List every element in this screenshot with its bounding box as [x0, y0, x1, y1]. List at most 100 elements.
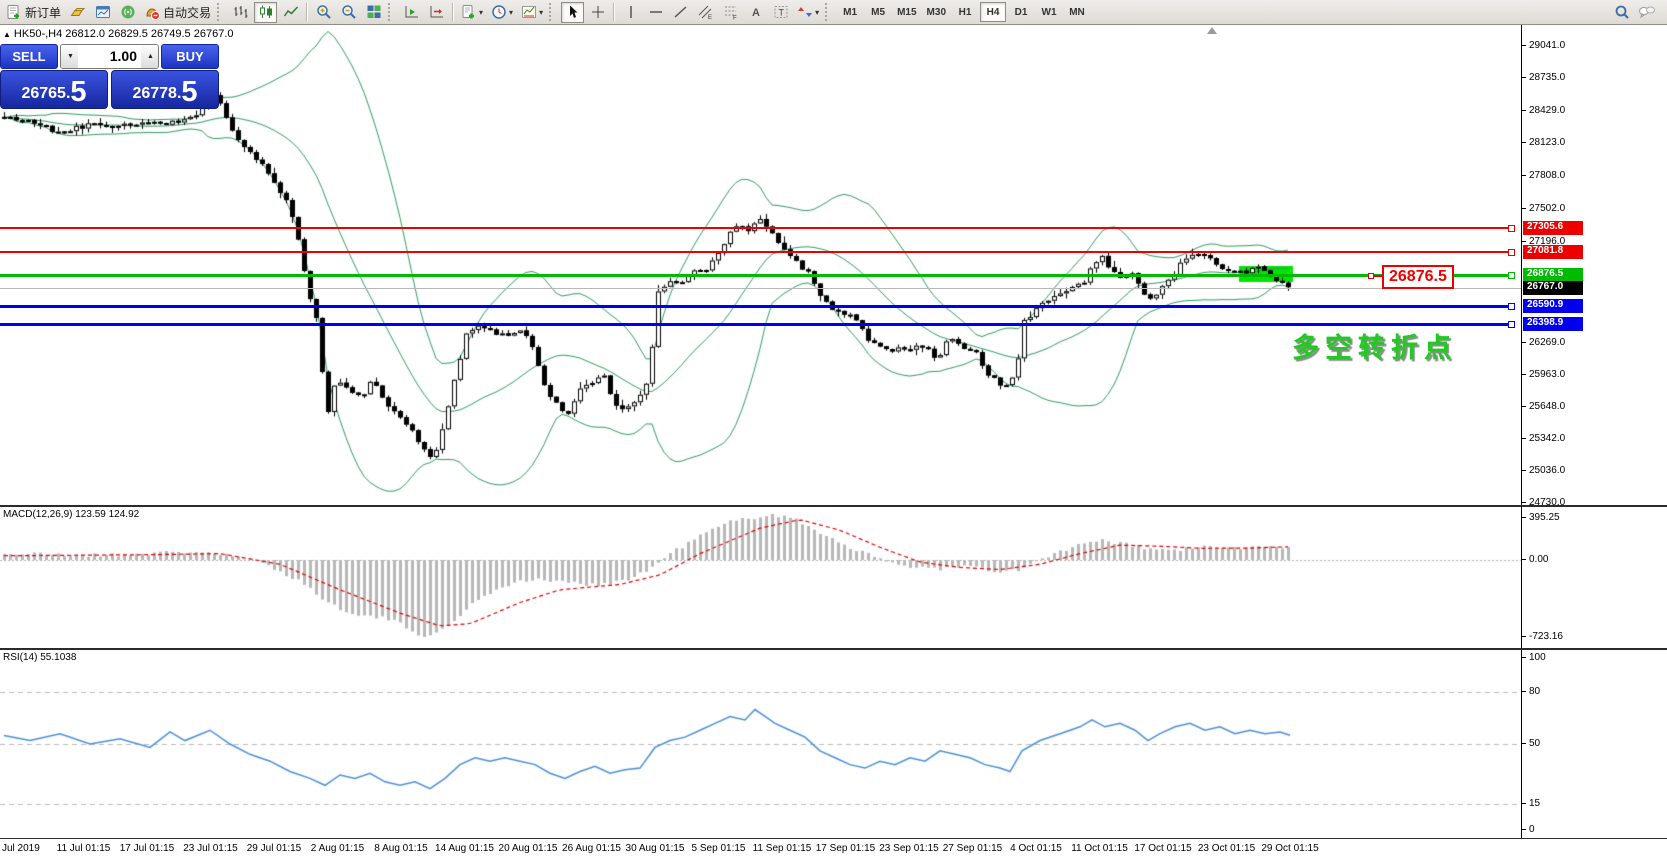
price-tag: 26767.0 — [1523, 281, 1583, 295]
time-label: 29 Oct 01:15 — [1261, 843, 1318, 854]
timeframe-M15[interactable]: M15 — [893, 2, 920, 22]
periods-button[interactable]: ▾ — [488, 2, 516, 23]
tile-windows-button[interactable] — [362, 2, 385, 23]
time-label: 11 Oct 01:15 — [1071, 843, 1128, 854]
sell-price-big: 5 — [70, 78, 86, 107]
bar-chart-button[interactable] — [229, 2, 252, 23]
volume-decrease-button[interactable]: ▼ — [61, 45, 78, 68]
text-label-button[interactable]: T — [769, 2, 792, 23]
price-axis[interactable]: 29041.028735.028429.028123.027808.027502… — [1521, 25, 1667, 505]
buy-price-display[interactable]: 26778.5 — [111, 70, 219, 109]
community-chat-icon[interactable] — [1635, 2, 1659, 23]
macd-canvas[interactable] — [0, 507, 1521, 648]
volume-value[interactable]: 1.00 — [78, 45, 141, 68]
line-chart-button[interactable] — [279, 2, 302, 23]
time-label: 23 Oct 01:15 — [1198, 843, 1255, 854]
chart-shift-button[interactable] — [425, 2, 448, 23]
sell-price-base: 26765 — [21, 81, 66, 107]
horizontal-level-line[interactable] — [0, 251, 1514, 253]
templates-button[interactable]: ▾ — [518, 2, 546, 23]
timeframe-W1[interactable]: W1 — [1036, 2, 1062, 22]
time-label: 17 Oct 01:15 — [1134, 843, 1191, 854]
timeframe-M1[interactable]: M1 — [837, 2, 863, 22]
turning-point-text[interactable]: 多空转折点 — [1292, 326, 1457, 365]
auto-scroll-button[interactable] — [400, 2, 423, 23]
indicators-button[interactable]: ▾ — [458, 2, 486, 23]
new-order-label: 新订单 — [25, 4, 61, 21]
buy-button[interactable]: BUY — [161, 44, 219, 69]
trendline-button[interactable] — [669, 2, 692, 23]
price-chart-canvas[interactable] — [0, 25, 1521, 505]
chart-window-icon[interactable] — [91, 2, 114, 23]
zoom-in-button[interactable] — [312, 2, 335, 23]
svg-text:F: F — [733, 16, 737, 21]
timeframe-MN[interactable]: MN — [1064, 2, 1090, 22]
dropdown-caret-icon: ▾ — [539, 8, 543, 17]
sell-button[interactable]: SELL — [0, 44, 58, 69]
search-icon[interactable] — [1610, 2, 1633, 23]
toolbar-separator — [452, 3, 454, 21]
panel-collapse-icon[interactable]: ▲ — [3, 30, 11, 39]
toolbar: 新订单 自动交易 ▾ ▾ ▾ E F A T ▾ — [0, 0, 1667, 25]
time-label: 23 Sep 01:15 — [879, 843, 939, 854]
rsi-tick-label: 80 — [1529, 686, 1540, 697]
horizontal-level-line[interactable] — [0, 305, 1514, 308]
price-tag: 27081.8 — [1523, 245, 1583, 259]
dropdown-caret-icon: ▾ — [509, 8, 513, 17]
macd-tick-label: 395.25 — [1529, 512, 1560, 523]
toolbar-handle — [217, 3, 226, 21]
crosshair-button[interactable] — [586, 2, 609, 23]
price-tick-label: 28735.0 — [1529, 72, 1565, 83]
new-order-button[interactable]: 新订单 — [3, 2, 64, 23]
arrows-button[interactable]: ▾ — [794, 2, 822, 23]
rsi-axis[interactable]: 1008050150 — [1521, 650, 1667, 838]
one-click-trade-panel: SELL ▼ 1.00 ▲ BUY 26765.5 26778.5 — [0, 44, 219, 109]
equidistant-channel-button[interactable]: E — [694, 2, 717, 23]
price-tick-label: 27808.0 — [1529, 170, 1565, 181]
level-endpoint-square — [1508, 303, 1515, 310]
buy-price-base: 26778 — [132, 81, 177, 107]
auto-trading-button[interactable]: 自动交易 — [141, 2, 214, 23]
macd-axis[interactable]: 395.250.00-723.16 — [1521, 507, 1667, 648]
zoom-out-button[interactable] — [337, 2, 360, 23]
rsi-tick-label: 100 — [1529, 652, 1546, 663]
horizontal-level-line[interactable] — [0, 274, 1514, 277]
time-label: 29 Jul 01:15 — [247, 843, 302, 854]
time-label: Jul 2019 — [2, 843, 40, 854]
fibonacci-button[interactable]: F — [719, 2, 742, 23]
volume-increase-button[interactable]: ▲ — [141, 45, 158, 68]
rsi-canvas[interactable] — [0, 650, 1521, 838]
horizontal-line-button[interactable] — [644, 2, 667, 23]
price-tick-label: 25963.0 — [1529, 369, 1565, 380]
text-button[interactable]: A — [744, 2, 767, 23]
timeframe-M5[interactable]: M5 — [865, 2, 891, 22]
candlestick-chart-button[interactable] — [254, 2, 277, 23]
level-endpoint-square — [1508, 272, 1515, 279]
time-axis[interactable]: Jul 201911 Jul 01:1517 Jul 01:1523 Jul 0… — [0, 838, 1667, 860]
signal-icon[interactable] — [116, 2, 139, 23]
current-price-line — [0, 288, 1521, 289]
timeframe-H1[interactable]: H1 — [952, 2, 978, 22]
gold-bar-icon[interactable] — [66, 2, 89, 23]
chart-title: ▲ HK50-,H4 26812.0 26829.5 26749.5 26767… — [3, 28, 234, 40]
horizontal-level-line[interactable] — [0, 227, 1514, 229]
macd-pane: MACD(12,26,9) 123.59 124.92 395.250.00-7… — [0, 505, 1667, 648]
toolbar-handle — [825, 3, 834, 21]
cursor-button[interactable] — [561, 2, 584, 23]
callout-square — [1368, 273, 1374, 279]
sell-price-display[interactable]: 26765.5 — [0, 70, 108, 109]
price-tick-label: 27502.0 — [1529, 203, 1565, 214]
macd-tick-label: 0.00 — [1529, 554, 1548, 565]
rsi-label: RSI(14) 55.1038 — [3, 652, 76, 663]
volume-stepper: ▼ 1.00 ▲ — [60, 44, 159, 69]
dropdown-caret-icon: ▾ — [815, 8, 819, 17]
timeframe-M30[interactable]: M30 — [923, 2, 950, 22]
price-callout-label[interactable]: 26876.5 — [1382, 265, 1454, 289]
vertical-line-button[interactable] — [619, 2, 642, 23]
timeframe-H4[interactable]: H4 — [980, 2, 1006, 22]
price-tick-label: 26269.0 — [1529, 337, 1565, 348]
horizontal-level-line[interactable] — [0, 323, 1514, 326]
price-tick-label: 29041.0 — [1529, 40, 1565, 51]
timeframe-D1[interactable]: D1 — [1008, 2, 1034, 22]
trading-terminal-window: 新订单 自动交易 ▾ ▾ ▾ E F A T ▾ — [0, 0, 1667, 860]
